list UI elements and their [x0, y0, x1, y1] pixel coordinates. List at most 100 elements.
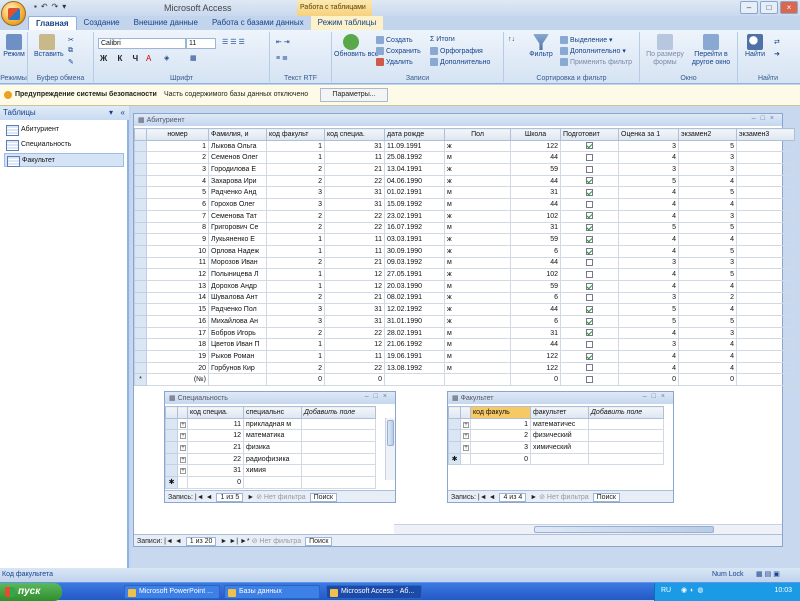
- table-cell[interactable]: 59: [510, 163, 561, 176]
- column-header[interactable]: Фамилия, и: [208, 128, 267, 141]
- expand-cell[interactable]: +: [177, 441, 188, 454]
- table-cell[interactable]: [736, 244, 795, 258]
- task-powerpoint[interactable]: Microsoft PowerPoint ...: [124, 585, 220, 599]
- table-cell[interactable]: 2: [266, 291, 325, 305]
- checkbox-cell[interactable]: [560, 291, 619, 305]
- table-cell[interactable]: 4: [678, 174, 737, 188]
- search-box[interactable]: Поиск: [309, 493, 337, 502]
- table-cell[interactable]: 11.09.1991: [384, 139, 445, 153]
- table-cell[interactable]: Семенова Тат: [208, 209, 267, 223]
- table-cell[interactable]: 3: [618, 291, 679, 305]
- filter-button[interactable]: Фильтр: [528, 34, 554, 58]
- nav-item-faculty[interactable]: Факультет: [4, 153, 124, 167]
- table-cell[interactable]: [301, 441, 376, 454]
- row-selector[interactable]: [134, 139, 147, 153]
- nav-pane-header[interactable]: Таблицы ▾ «: [0, 106, 129, 120]
- table-cell[interactable]: [588, 429, 664, 443]
- table-cell[interactable]: ж: [444, 233, 511, 246]
- table-cell[interactable]: 1: [146, 139, 209, 153]
- refresh-all-button[interactable]: Обновить все: [334, 34, 379, 58]
- table-cell[interactable]: 3: [678, 151, 737, 165]
- table-row[interactable]: 7 Семенова Тат 2 22 23.02.1991 ж 102 4 3: [134, 209, 795, 223]
- table-cell[interactable]: физика: [243, 441, 302, 454]
- table-cell[interactable]: 59: [510, 233, 561, 246]
- expand-cell[interactable]: +: [177, 452, 188, 466]
- search-box[interactable]: Поиск: [305, 537, 333, 546]
- minimize-button[interactable]: –: [740, 1, 758, 14]
- table-cell[interactable]: Морозов Иван: [208, 256, 267, 270]
- table-cell[interactable]: 31.01.1990: [384, 315, 445, 328]
- new-row-marker[interactable]: ✱: [165, 476, 178, 489]
- table-cell[interactable]: 44: [510, 198, 561, 211]
- table-cell[interactable]: 11: [324, 151, 385, 165]
- checkbox-cell[interactable]: [560, 326, 619, 340]
- table-cell[interactable]: 12: [324, 268, 385, 281]
- gridlines-icon[interactable]: ▦: [190, 54, 197, 62]
- table-cell[interactable]: 12: [187, 429, 244, 443]
- select-all-cell[interactable]: [448, 406, 461, 419]
- row-selector[interactable]: [134, 233, 147, 246]
- row-selector[interactable]: [134, 326, 147, 340]
- checkbox-cell[interactable]: [560, 139, 619, 153]
- tray-icons[interactable]: ◉◐◍: [681, 586, 706, 594]
- bold-italic-underline-buttons[interactable]: Ж К Ч: [100, 54, 142, 63]
- column-header[interactable]: Пол: [444, 128, 511, 141]
- chevron-down-icon[interactable]: ▾: [109, 108, 113, 117]
- table-cell[interactable]: 10: [146, 244, 209, 258]
- table-cell[interactable]: ж: [444, 244, 511, 258]
- table-cell[interactable]: м: [444, 186, 511, 200]
- table-cell[interactable]: м: [444, 221, 511, 235]
- checkbox[interactable]: [586, 270, 593, 278]
- new-row-marker[interactable]: ✱: [448, 452, 461, 466]
- table-cell[interactable]: ж: [444, 174, 511, 188]
- customize-qat-icon[interactable]: ▾: [62, 2, 66, 14]
- switch-window-button[interactable]: Перейти в другое окно: [688, 34, 734, 67]
- expand-cell[interactable]: +: [177, 464, 188, 478]
- table-cell[interactable]: 122: [510, 139, 561, 153]
- checkbox-cell[interactable]: [560, 279, 619, 293]
- table-cell[interactable]: 3: [618, 256, 679, 270]
- table-cell[interactable]: 2: [266, 221, 325, 235]
- table-cell[interactable]: Захарова Ири: [208, 174, 267, 188]
- table-cell[interactable]: 102: [510, 209, 561, 223]
- table-cell[interactable]: [588, 417, 664, 431]
- table-cell[interactable]: Бобров Игорь: [208, 326, 267, 340]
- table-cell[interactable]: 09.03.1992: [384, 256, 445, 270]
- table-cell[interactable]: 5: [678, 139, 737, 153]
- table-cell[interactable]: [736, 373, 795, 387]
- row-selector[interactable]: [134, 198, 147, 211]
- table-row[interactable]: 11 Морозов Иван 2 21 09.03.1992 м 44 3 3: [134, 256, 795, 270]
- table-cell[interactable]: 20.03.1990: [384, 279, 445, 293]
- table-cell[interactable]: 44: [510, 338, 561, 352]
- table-cell[interactable]: 8: [146, 221, 209, 235]
- new-row-marker[interactable]: *: [134, 373, 147, 387]
- table-cell[interactable]: 3: [266, 315, 325, 328]
- table-cell[interactable]: [736, 198, 795, 211]
- table-cell[interactable]: 13.08.1992: [384, 361, 445, 375]
- row-selector[interactable]: [134, 151, 147, 165]
- checkbox[interactable]: [586, 177, 593, 185]
- indent-icons[interactable]: ⇤ ⇥: [276, 38, 290, 46]
- fit-form-button[interactable]: По размеру формы: [644, 34, 686, 67]
- tab-datasheet[interactable]: Режим таблицы: [310, 16, 384, 30]
- table-cell[interactable]: 2: [266, 163, 325, 176]
- table-cell[interactable]: 6: [510, 315, 561, 328]
- table-cell[interactable]: Цветов Иван П: [208, 338, 267, 352]
- table-cell[interactable]: 19: [146, 350, 209, 363]
- redo-icon[interactable]: ↷: [52, 2, 59, 14]
- prev-record-icon[interactable]: ◄: [206, 494, 213, 501]
- row-selector[interactable]: [165, 441, 178, 454]
- expand-cell[interactable]: +: [460, 429, 471, 443]
- collapse-pane-icon[interactable]: «: [121, 108, 125, 117]
- table-cell[interactable]: [736, 186, 795, 200]
- table-cell[interactable]: [208, 373, 267, 387]
- table-cell[interactable]: м: [444, 279, 511, 293]
- table-cell[interactable]: 3: [618, 139, 679, 153]
- record-position[interactable]: 1 из 20: [185, 537, 217, 546]
- nav-item-specialty[interactable]: Специальность: [4, 138, 124, 152]
- table-cell[interactable]: 4: [678, 303, 737, 316]
- table-cell[interactable]: 5: [618, 315, 679, 328]
- checkbox[interactable]: [586, 329, 593, 337]
- table-cell[interactable]: 31: [510, 326, 561, 340]
- table-row[interactable]: 18 Цветов Иван П 1 12 21.06.1992 м 44 3 4: [134, 338, 795, 352]
